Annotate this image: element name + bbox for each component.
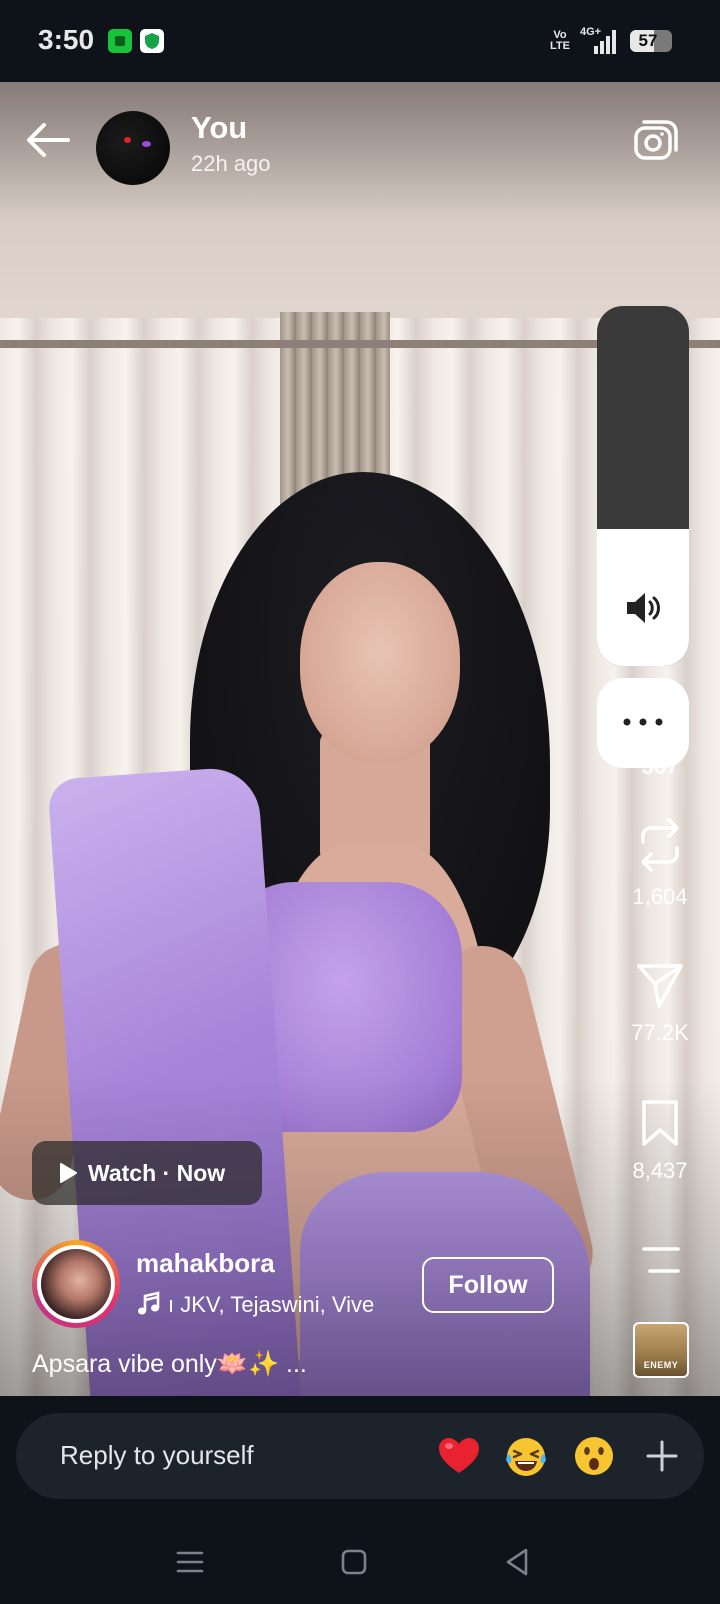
avatar-eye-purple <box>142 141 151 147</box>
volte-line2: LTE <box>550 40 570 52</box>
save-count: 8,437 <box>632 1158 688 1183</box>
heart-emoji[interactable] <box>436 1433 482 1479</box>
story-avatar[interactable] <box>96 111 170 185</box>
add-reaction-button[interactable] <box>644 1438 680 1474</box>
story-timestamp: 22h ago <box>191 151 271 176</box>
music-track-text[interactable]: ı JKV, Tejaswini, Vive <box>168 1292 404 1318</box>
story-username[interactable]: You <box>191 110 247 146</box>
music-album-thumbnail[interactable]: ENEMY <box>633 1322 689 1378</box>
watch-now-label: Watch · Now <box>88 1159 226 1186</box>
reply-input[interactable]: Reply to yourself <box>60 1440 254 1471</box>
like-count: 367 <box>641 760 679 779</box>
back-nav-button[interactable] <box>498 1542 538 1582</box>
status-indicators: Vo LTE 4G+ 57 <box>550 26 672 56</box>
laughing-emoji[interactable] <box>503 1433 549 1479</box>
status-time: 3:50 <box>38 24 95 55</box>
share-button[interactable]: 77.2K <box>620 960 700 1046</box>
volte-indicator: Vo LTE <box>550 30 570 52</box>
post-caption[interactable]: Apsara vibe only🪷✨ ... <box>32 1350 307 1379</box>
camera-button[interactable] <box>630 114 682 166</box>
bottom-shade <box>0 1076 720 1396</box>
creator-avatar[interactable] <box>32 1240 120 1328</box>
reply-bar: Reply to yourself <box>16 1413 704 1499</box>
home-button[interactable] <box>334 1542 374 1582</box>
music-album-title: ENEMY <box>643 1360 679 1370</box>
instagram-story-screen: 3:50 Vo LTE 4G+ 57 You 22h ago 367 1,604… <box>0 0 720 1604</box>
repost-button[interactable]: 1,604 <box>620 816 700 910</box>
save-button[interactable]: 8,437 <box>620 1098 700 1184</box>
watch-now-button[interactable]: Watch · Now <box>32 1141 262 1205</box>
person-face <box>300 562 460 762</box>
creator-avatar-image <box>41 1249 111 1319</box>
recent-apps-button[interactable] <box>170 1542 210 1582</box>
more-options-button[interactable] <box>597 678 689 768</box>
repost-count: 1,604 <box>632 884 688 909</box>
back-button[interactable] <box>20 112 76 168</box>
play-icon <box>60 1163 77 1183</box>
creator-username[interactable]: mahakbora <box>136 1248 275 1279</box>
status-bar: 3:50 Vo LTE 4G+ 57 <box>0 0 720 82</box>
more-dots-icon <box>623 718 663 726</box>
signal-icon: 4G+ <box>580 26 620 56</box>
battery-percent: 57 <box>638 31 658 50</box>
creator-avatar-ring <box>37 1245 115 1323</box>
send-icon <box>637 964 683 1008</box>
music-note-icon <box>138 1291 160 1315</box>
bookmark-icon <box>642 1100 678 1146</box>
avatar-eye-red <box>124 137 131 143</box>
speaker-icon <box>627 593 660 623</box>
menu-lines-icon <box>642 1247 680 1273</box>
volume-slider[interactable] <box>597 306 689 666</box>
share-count: 77.2K <box>631 1020 689 1045</box>
battery-icon: 57 <box>630 30 672 52</box>
surprised-emoji[interactable] <box>571 1433 617 1479</box>
follow-button[interactable]: Follow <box>422 1257 554 1313</box>
camera-icon <box>634 120 678 160</box>
arrow-left-icon <box>27 123 70 157</box>
shield-icon <box>140 29 164 53</box>
menu-button[interactable] <box>638 1245 682 1275</box>
app-notification-icon <box>108 29 132 53</box>
repost-icon <box>641 818 679 872</box>
